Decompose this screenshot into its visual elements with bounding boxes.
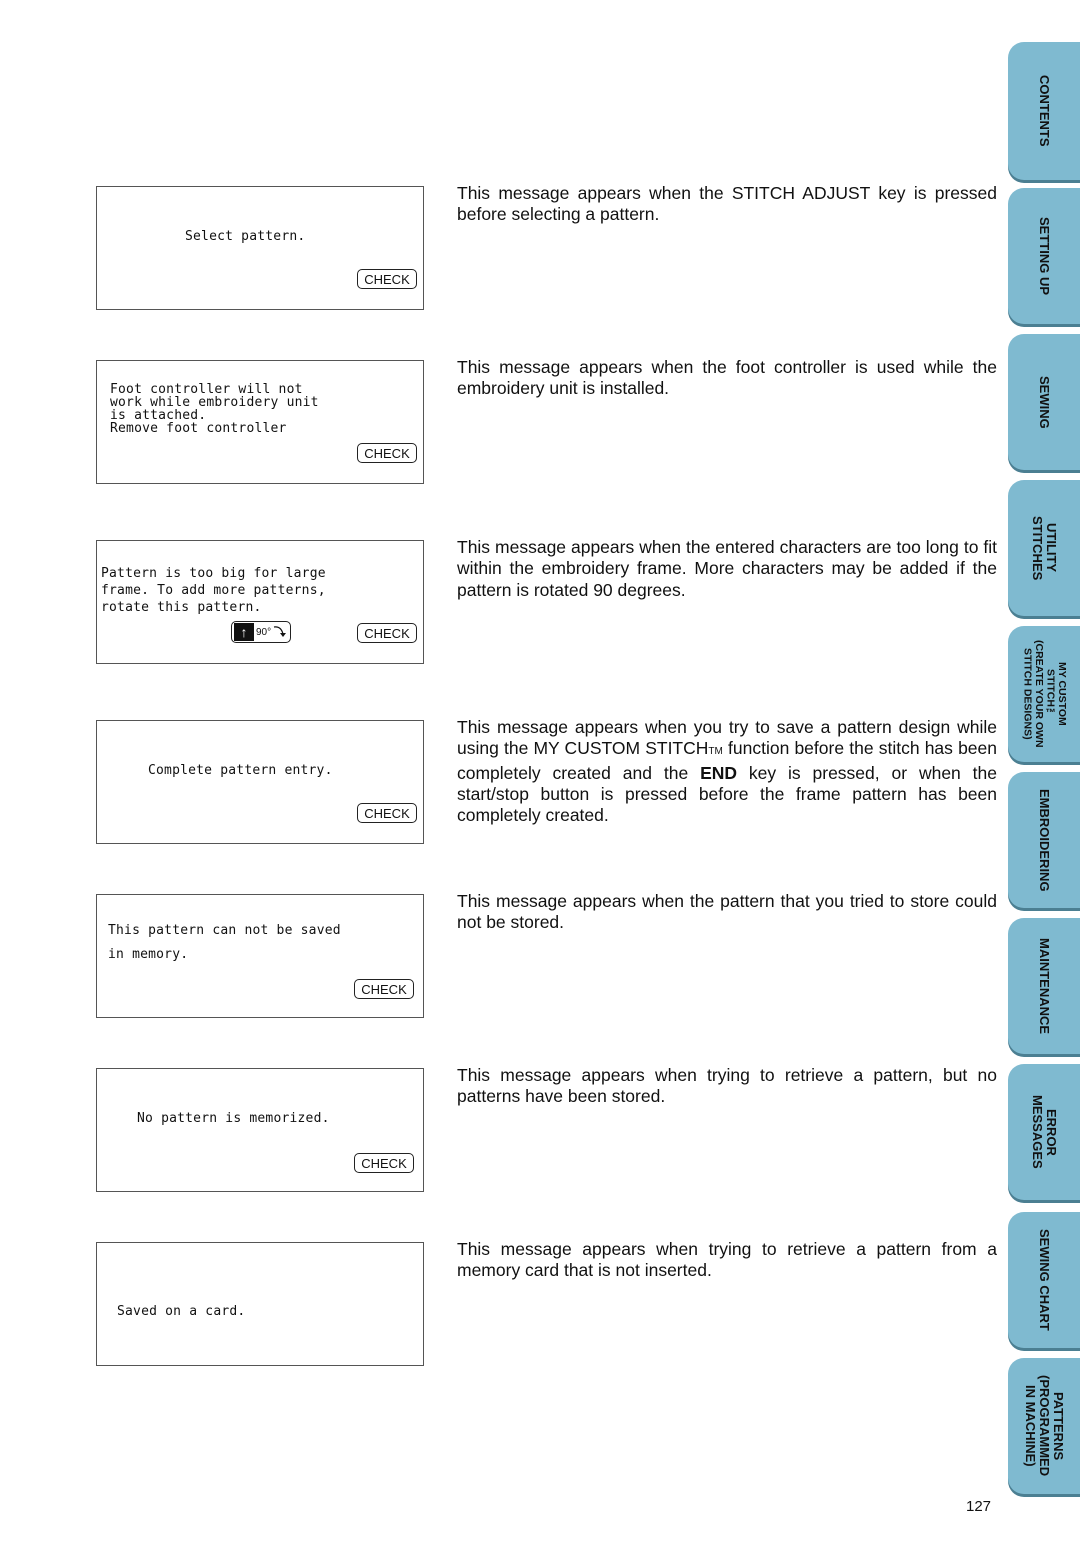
- lcd-screen-complete-pattern: Complete pattern entry. CHECK: [96, 720, 424, 844]
- tab-label: SEWING: [1037, 375, 1052, 429]
- tab-label: EMBROIDERING: [1037, 788, 1052, 892]
- tab-utility-stitches[interactable]: UTILITY STITCHES: [1008, 480, 1080, 616]
- screen-message-line: This pattern can not be saved: [108, 923, 341, 938]
- tab-sewing-chart[interactable]: SEWING CHART: [1008, 1212, 1080, 1348]
- check-button[interactable]: CHECK: [357, 443, 417, 463]
- check-button[interactable]: CHECK: [354, 979, 414, 999]
- lcd-screen-saved-on-card: Saved on a card.: [96, 1242, 424, 1366]
- tab-label: MAINTENANCE: [1037, 937, 1052, 1035]
- tab-label: SEWING CHART: [1037, 1229, 1052, 1331]
- rotate-90-button[interactable]: ↑ 90°: [231, 621, 291, 643]
- screen-message-line: frame. To add more patterns,: [101, 583, 326, 598]
- message-description: This message appears when the foot contr…: [457, 357, 997, 399]
- lcd-screen-cannot-save: This pattern can not be saved in memory.…: [96, 894, 424, 1018]
- up-arrow-icon: ↑: [234, 623, 254, 641]
- lcd-screen-no-pattern: No pattern is memorized. CHECK: [96, 1068, 424, 1192]
- screen-message: Complete pattern entry.: [148, 763, 333, 778]
- tab-setting-up[interactable]: SETTING UP: [1008, 188, 1080, 324]
- tab-maintenance[interactable]: MAINTENANCE: [1008, 918, 1080, 1054]
- screen-message: Saved on a card.: [117, 1304, 246, 1319]
- tab-label: CONTENTS: [1037, 75, 1052, 147]
- rotate-label: 90°: [256, 626, 272, 638]
- tab-contents[interactable]: CONTENTS: [1008, 42, 1080, 180]
- check-button[interactable]: CHECK: [357, 803, 417, 823]
- screen-message-line: Pattern is too big for large: [101, 566, 326, 581]
- tab-error-messages[interactable]: ERROR MESSAGES: [1008, 1064, 1080, 1200]
- page-number: 127: [966, 1498, 992, 1515]
- trademark-mark: TM: [708, 746, 723, 758]
- message-description: This message appears when the pattern th…: [457, 891, 997, 933]
- message-description: This message appears when the entered ch…: [457, 537, 997, 600]
- tab-sewing[interactable]: SEWING: [1008, 334, 1080, 470]
- end-key-label: END: [700, 762, 738, 783]
- tab-label: UTILITY STITCHES: [1030, 515, 1059, 581]
- screen-message-line: in memory.: [108, 947, 189, 962]
- lcd-screen-select-pattern: Select pattern. CHECK: [96, 186, 424, 310]
- screen-message-line: rotate this pattern.: [101, 600, 262, 615]
- screen-message-line: Remove foot controller: [110, 421, 287, 436]
- message-description: This message appears when trying to retr…: [457, 1239, 997, 1281]
- screen-message: No pattern is memorized.: [137, 1111, 330, 1126]
- tab-label: MY CUSTOM STITCH™ (CREATE YOUR OWN STITC…: [1021, 640, 1069, 748]
- message-description: This message appears when the STITCH ADJ…: [457, 183, 997, 225]
- lcd-screen-pattern-too-big: Pattern is too big for large frame. To a…: [96, 540, 424, 664]
- rotate-arrow-icon: [274, 626, 287, 637]
- message-description: This message appears when you try to sav…: [457, 717, 997, 826]
- check-button[interactable]: CHECK: [354, 1153, 414, 1173]
- tab-label: SETTING UP: [1037, 216, 1052, 295]
- check-button[interactable]: CHECK: [357, 269, 417, 289]
- tab-label: PATTERNS (PROGRAMMED IN MACHINE): [1023, 1375, 1066, 1477]
- tab-embroidering[interactable]: EMBROIDERING: [1008, 772, 1080, 908]
- screen-message: Select pattern.: [185, 229, 306, 244]
- lcd-screen-foot-controller: Foot controller will not work while embr…: [96, 360, 424, 484]
- check-button[interactable]: CHECK: [357, 623, 417, 643]
- tab-patterns[interactable]: PATTERNS (PROGRAMMED IN MACHINE): [1008, 1358, 1080, 1494]
- tab-label: ERROR MESSAGES: [1030, 1095, 1059, 1169]
- tab-my-custom-stitch[interactable]: MY CUSTOM STITCH™ (CREATE YOUR OWN STITC…: [1008, 626, 1080, 762]
- message-description: This message appears when trying to retr…: [457, 1065, 997, 1107]
